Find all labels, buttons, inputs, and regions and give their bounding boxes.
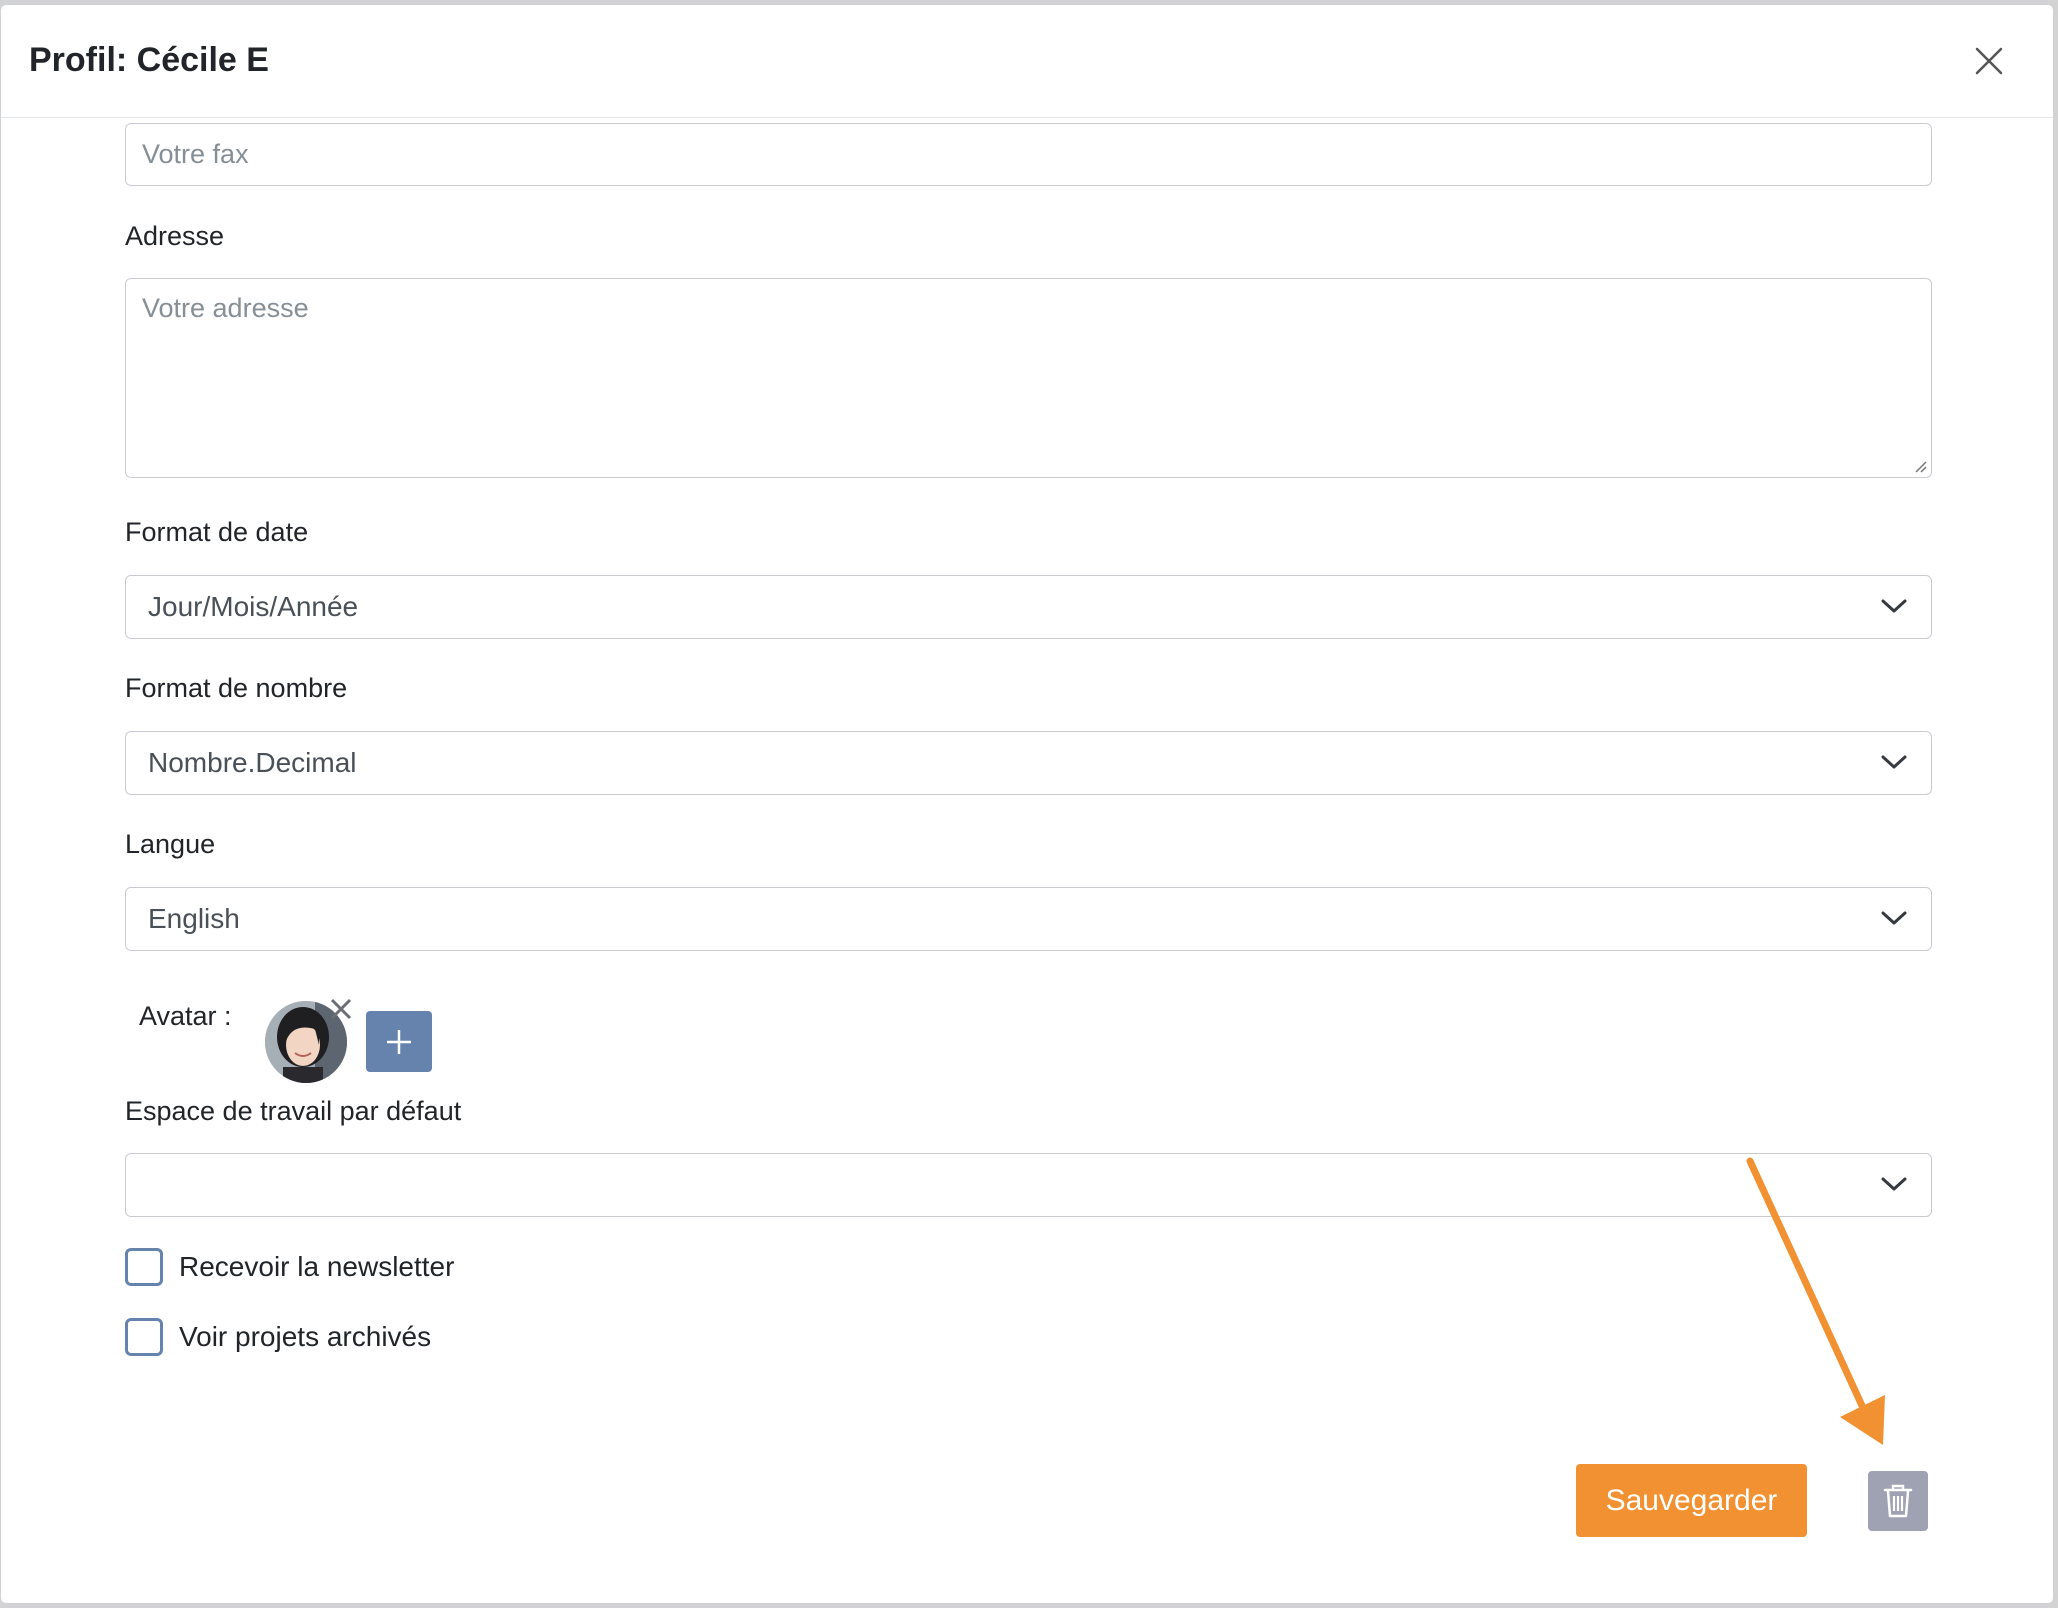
archived-projects-checkbox[interactable] — [125, 1318, 163, 1356]
newsletter-checkbox[interactable] — [125, 1248, 163, 1286]
close-button[interactable] — [1969, 41, 2009, 81]
newsletter-checkbox-row[interactable]: Recevoir la newsletter — [125, 1247, 454, 1287]
default-workspace-select[interactable] — [125, 1153, 1932, 1217]
date-format-label: Format de date — [125, 517, 309, 547]
resize-grip-icon[interactable] — [1912, 458, 1928, 474]
annotation-arrow-icon — [1746, 1157, 1885, 1445]
profile-modal: Profil: Cécile E Adresse Format de date … — [0, 4, 2054, 1604]
add-avatar-button[interactable] — [366, 1011, 432, 1072]
default-workspace-label: Espace de travail par défaut — [125, 1096, 462, 1126]
language-label: Langue — [125, 829, 216, 859]
number-format-value: Nombre.Decimal — [148, 747, 357, 778]
chevron-down-icon — [1881, 1177, 1907, 1191]
save-button[interactable]: Sauvegarder — [1576, 1464, 1807, 1537]
number-format-select[interactable]: Nombre.Decimal — [125, 731, 1932, 795]
plus-icon — [387, 1030, 411, 1054]
newsletter-label: Recevoir la newsletter — [179, 1251, 455, 1282]
date-format-select[interactable]: Jour/Mois/Année — [125, 575, 1932, 639]
language-value: English — [148, 903, 240, 934]
modal-title: Profil: Cécile E — [29, 41, 269, 79]
date-format-value: Jour/Mois/Année — [148, 591, 359, 622]
archived-projects-checkbox-row[interactable]: Voir projets archivés — [125, 1317, 431, 1357]
close-icon — [1975, 47, 2003, 75]
chevron-down-icon — [1881, 911, 1907, 925]
fax-input[interactable] — [125, 123, 1932, 186]
avatar-label: Avatar : — [139, 1001, 232, 1031]
avatar-remove-icon[interactable] — [327, 995, 355, 1023]
chevron-down-icon — [1881, 755, 1907, 769]
delete-button[interactable] — [1868, 1471, 1928, 1531]
number-format-label: Format de nombre — [125, 673, 348, 703]
avatar-container — [265, 998, 352, 1083]
address-field-wrap — [125, 278, 1932, 478]
modal-header: Profil: Cécile E — [1, 5, 2053, 118]
language-select[interactable]: English — [125, 887, 1932, 951]
archived-projects-label: Voir projets archivés — [179, 1321, 432, 1352]
address-label: Adresse — [125, 221, 225, 251]
trash-icon — [1883, 1484, 1913, 1518]
chevron-down-icon — [1881, 599, 1907, 613]
address-textarea[interactable] — [125, 278, 1932, 478]
